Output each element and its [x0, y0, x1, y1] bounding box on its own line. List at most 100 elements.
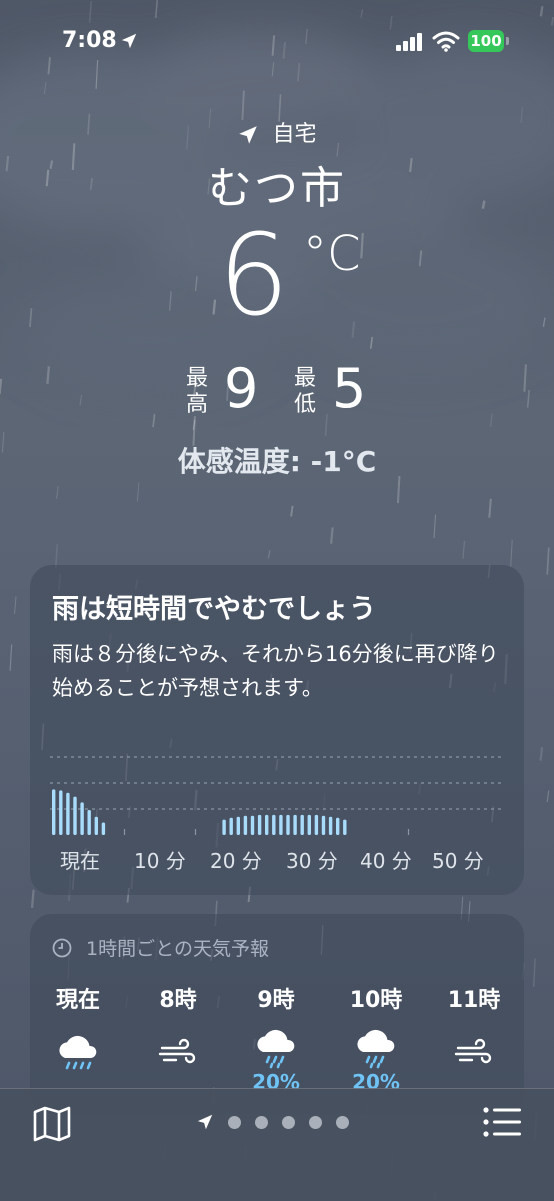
hour-label: 8時 [159, 988, 197, 1013]
precipitation-title: 雨は短時間でやむでしょう [52, 594, 376, 625]
rain-streak [9, 644, 13, 671]
precip-bar [59, 790, 63, 835]
rain-streak [490, 413, 493, 427]
rain-streak [56, 485, 59, 499]
low-label: 最低 [294, 366, 317, 417]
tick-label: 20 分 [210, 849, 262, 873]
cloud-rain-icon [357, 1029, 395, 1069]
precip-bar [250, 815, 255, 835]
status-bar: 7:08 100 [0, 0, 554, 84]
precip-bar [101, 822, 106, 835]
hourly-forecast-card[interactable]: 1時間ごとの天気予報 現在 8時 9時 20% 10時 20% 11時 [30, 914, 524, 1114]
rain-streak [329, 527, 334, 544]
wifi-icon [432, 31, 460, 52]
cloud-rain-icon [59, 1035, 97, 1070]
wind-icon [158, 1038, 196, 1064]
hour-item[interactable]: 8時 [138, 982, 218, 1076]
page-dot[interactable] [282, 1115, 295, 1129]
precipitation-card[interactable]: 雨は短時間でやむでしょう 雨は８分後にやみ、それから16分後に再び降り始めること… [30, 565, 524, 895]
precip-bar [80, 802, 84, 835]
precip-bar [286, 814, 290, 835]
precip-bar [328, 816, 333, 835]
precip-bar [229, 817, 233, 835]
hour-label: 現在 [55, 988, 100, 1013]
rain-streak [488, 498, 492, 518]
precip-bar [272, 814, 276, 835]
page-dot[interactable] [309, 1115, 322, 1129]
location-arrow-icon [121, 33, 137, 49]
hour-item[interactable]: 9時 20% [236, 982, 316, 1094]
precip-bar [257, 814, 262, 835]
page-dot[interactable] [255, 1115, 268, 1129]
wind-icon [454, 1038, 492, 1064]
location-page-icon[interactable] [196, 1113, 214, 1131]
rain-streak [462, 540, 466, 559]
tick-label: 40 分 [360, 849, 412, 873]
precip-bar [314, 814, 319, 835]
page-dot[interactable] [336, 1115, 349, 1129]
hour-label: 10時 [349, 988, 403, 1013]
status-time: 7:08 [62, 28, 117, 53]
page-dot[interactable] [228, 1115, 241, 1129]
cellular-signal-icon [396, 33, 422, 51]
low-temperature: 5 [332, 357, 367, 420]
tick-label: 50 分 [432, 849, 484, 873]
rain-streak [546, 547, 550, 575]
map-icon[interactable] [32, 1105, 72, 1143]
rain-streak [324, 414, 328, 436]
rain-streak [546, 790, 550, 803]
hour-item[interactable]: 11時 [434, 982, 514, 1076]
rain-streak [0, 378, 3, 394]
rain-streak [14, 596, 17, 615]
battery-indicator: 100 [468, 30, 504, 52]
tick-label: 30 分 [286, 849, 338, 873]
battery-tip [506, 37, 509, 45]
bottom-toolbar [0, 1088, 554, 1201]
location-list-icon[interactable] [482, 1105, 522, 1139]
rain-streak [212, 299, 217, 315]
page-indicator[interactable] [196, 1113, 349, 1131]
precip-bar [52, 789, 56, 835]
rain-streak [192, 419, 196, 430]
location-arrow-icon [239, 126, 258, 144]
precip-bar [236, 816, 240, 835]
precip-bar [336, 817, 340, 835]
hour-item[interactable]: 10時 20% [336, 982, 416, 1094]
clock-icon [52, 938, 72, 958]
high-label: 最高 [186, 366, 209, 417]
rain-streak [46, 366, 51, 384]
hourly-header: 1時間ごとの天気予報 [52, 934, 269, 961]
precip-bar [222, 819, 226, 835]
current-temperature: 6 [218, 211, 290, 341]
precip-bar [343, 819, 347, 835]
hour-item[interactable]: 現在 [38, 982, 118, 1076]
precipitation-description: 雨は８分後にやみ、それから16分後に再び降り始めることが予想されます。 [52, 642, 499, 700]
home-location-row: 自宅 [0, 116, 554, 148]
precip-bar [265, 814, 269, 835]
home-label: 自宅 [272, 122, 317, 147]
hourly-header-label: 1時間ごとの天気予報 [86, 938, 269, 960]
rain-streak [29, 308, 33, 328]
precipitation-chart [50, 756, 504, 835]
rain-streak [351, 321, 356, 338]
city-name: むつ市 [208, 163, 346, 214]
rain-streak [532, 958, 536, 987]
temperature-unit: °C [303, 226, 361, 282]
precip-bar [279, 814, 283, 835]
precip-bar [243, 815, 248, 835]
cloud-rain-icon [257, 1029, 295, 1069]
rain-streak [433, 514, 437, 539]
tick-label: 現在 [60, 849, 100, 873]
rain-streak [267, 550, 271, 559]
feels-like: 体感温度: -1°C [177, 445, 377, 478]
precip-bar [94, 816, 98, 835]
hour-label: 11時 [447, 988, 501, 1013]
precip-bar [293, 814, 297, 835]
precip-bar [307, 814, 311, 835]
rain-streak [510, 539, 513, 567]
rain-streak [418, 250, 423, 267]
high-temperature: 9 [224, 357, 259, 420]
hour-label: 9時 [257, 988, 295, 1013]
rain-streak [168, 291, 172, 311]
precip-bar [300, 814, 304, 835]
